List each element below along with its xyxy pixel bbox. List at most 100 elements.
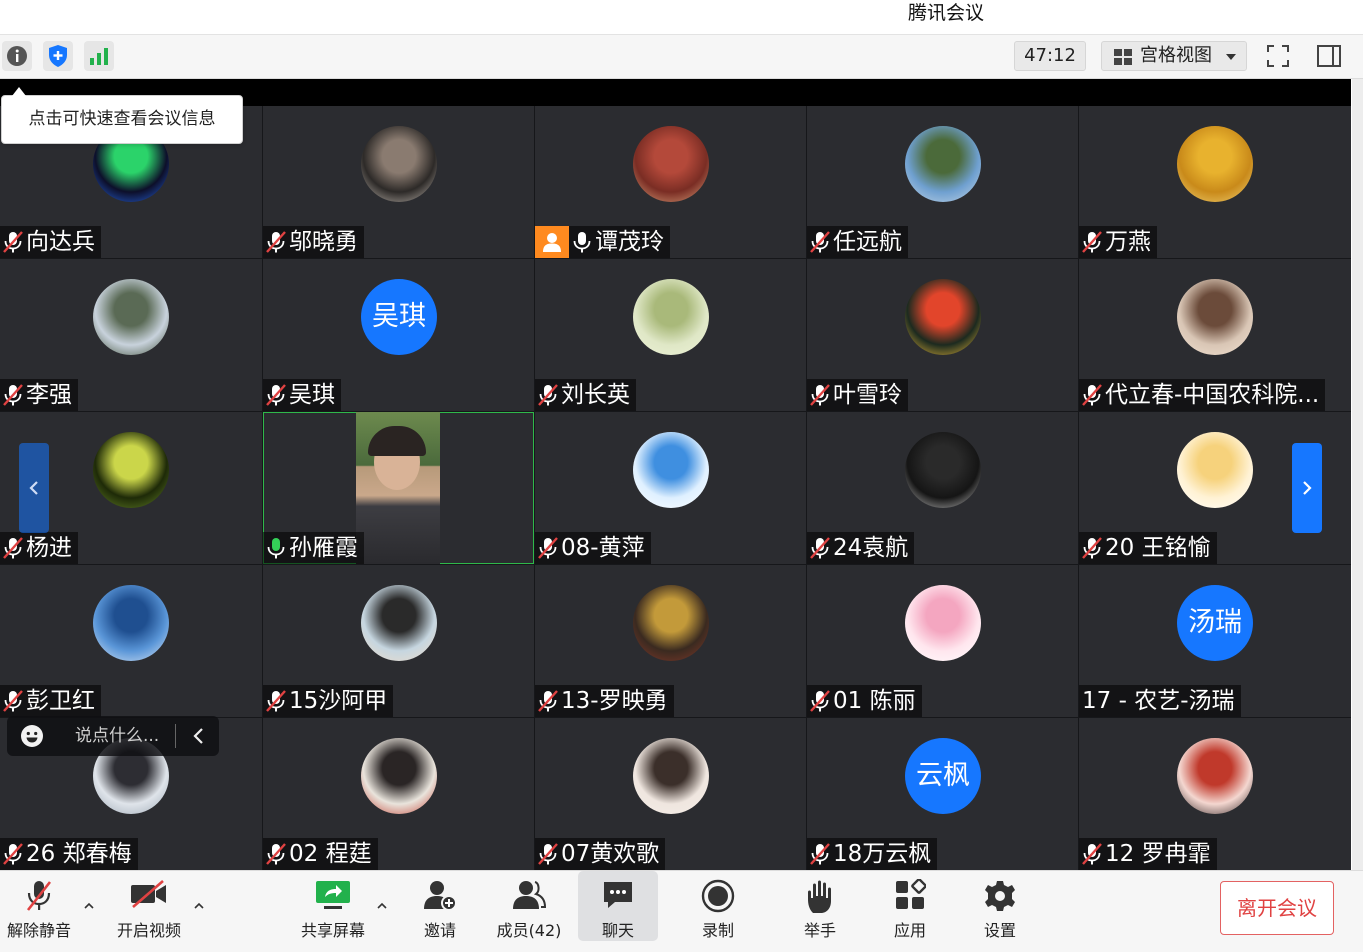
bottom-toolbar: 解除静音 开启视频 共享屏幕 邀请 成员(42) 聊天 录制 举手 应用 设置 … <box>0 870 1363 952</box>
mic-muted-icon <box>1082 231 1102 253</box>
participant-tile[interactable]: 谭茂玲 <box>535 106 806 258</box>
invite-label: 邀请 <box>423 921 456 940</box>
mic-muted-icon <box>538 690 558 712</box>
participant-tile[interactable]: 彭卫红 <box>0 565 262 717</box>
participant-name-tag: 谭茂玲 <box>535 226 670 258</box>
participant-name-tag: 24袁航 <box>807 532 915 564</box>
participant-name: 刘长英 <box>561 382 630 408</box>
avatar: 吴琪 <box>361 279 437 355</box>
participant-tile[interactable]: 云枫 18万云枫 <box>807 718 1078 870</box>
collapse-chevron-icon[interactable] <box>192 727 206 745</box>
unmute-button[interactable]: 解除静音 <box>0 871 78 941</box>
settings-button[interactable]: 设置 <box>970 871 1030 941</box>
mic-muted-icon <box>1082 384 1102 406</box>
participant-tile[interactable]: 李强 <box>0 259 262 411</box>
window-title: 腾讯会议 <box>908 2 985 24</box>
participant-name-tag: 12 罗冉霏 <box>1079 838 1217 870</box>
participant-tile[interactable]: 08-黄萍 <box>535 412 806 564</box>
participant-name-tag: 任远航 <box>807 226 908 258</box>
participant-tile[interactable]: 15沙阿甲 <box>263 565 534 717</box>
participant-name: 15沙阿甲 <box>289 688 388 714</box>
participant-tile[interactable]: 代立春-中国农科院... <box>1079 259 1351 411</box>
mic-muted-icon <box>266 690 286 712</box>
participant-tile[interactable]: 刘长英 <box>535 259 806 411</box>
participant-name-tag: 01 陈丽 <box>807 685 922 717</box>
participant-name-tag: 17 - 农艺-汤瑞 <box>1079 685 1241 717</box>
avatar <box>905 585 981 661</box>
avatar <box>1177 279 1253 355</box>
security-shield-icon[interactable] <box>43 41 73 71</box>
avatar <box>361 126 437 202</box>
meeting-info-icon[interactable] <box>2 41 32 71</box>
participant-tile[interactable]: 万燕 <box>1079 106 1351 258</box>
invite-button[interactable]: 邀请 <box>410 871 470 941</box>
chat-button[interactable]: 聊天 <box>578 871 658 941</box>
invite-user-icon <box>424 881 457 911</box>
apps-button[interactable]: 应用 <box>880 871 940 941</box>
participant-name-tag: 吴琪 <box>263 379 341 411</box>
leave-meeting-button[interactable]: 离开会议 <box>1220 881 1334 935</box>
share-screen-button[interactable]: 共享屏幕 <box>296 871 370 941</box>
participant-name: 谭茂玲 <box>595 229 664 255</box>
avatar <box>93 585 169 661</box>
participant-name-tag: 向达兵 <box>0 226 101 258</box>
participant-name: 13-罗映勇 <box>561 688 668 714</box>
mic-icon <box>573 232 591 253</box>
avatar <box>1177 738 1253 814</box>
participant-tile[interactable]: 叶雪玲 <box>807 259 1078 411</box>
members-icon <box>513 881 547 909</box>
record-button[interactable]: 录制 <box>688 871 748 941</box>
start-video-button[interactable]: 开启视频 <box>112 871 186 941</box>
participant-name: 07黄欢歌 <box>561 841 660 867</box>
avatar <box>905 126 981 202</box>
participant-name: 24袁航 <box>833 535 909 561</box>
chat-label: 聊天 <box>601 921 634 940</box>
participant-tile[interactable]: 汤瑞 17 - 农艺-汤瑞 <box>1079 565 1351 717</box>
next-page-button[interactable] <box>1292 443 1322 533</box>
record-icon <box>701 879 735 913</box>
participant-name-tag: 08-黄萍 <box>535 532 651 564</box>
participant-name-tag: 万燕 <box>1079 226 1157 258</box>
fullscreen-icon[interactable] <box>1263 41 1293 71</box>
quick-chat-bar[interactable]: 说点什么... <box>7 716 219 756</box>
mic-muted-icon <box>3 690 23 712</box>
apps-icon <box>896 879 926 909</box>
title-bar: 腾讯会议 <box>0 0 1363 35</box>
participant-name-tag: 李强 <box>0 379 78 411</box>
avatar <box>633 126 709 202</box>
participant-tile[interactable]: 02 程莛 <box>263 718 534 870</box>
participant-tile[interactable]: 邬晓勇 <box>263 106 534 258</box>
participant-video <box>356 412 440 564</box>
chevron-up-icon[interactable] <box>377 901 387 911</box>
participant-name: 26 郑春梅 <box>26 841 132 867</box>
raise-hand-button[interactable]: 举手 <box>790 871 850 941</box>
chevron-up-icon[interactable] <box>194 901 204 911</box>
scrollbar[interactable] <box>1352 79 1363 870</box>
emoji-icon[interactable] <box>20 724 44 748</box>
participant-tile[interactable]: 07黄欢歌 <box>535 718 806 870</box>
participant-tile[interactable]: 孙雁霞 <box>263 412 534 564</box>
participant-tile[interactable]: 13-罗映勇 <box>535 565 806 717</box>
participant-name: 李强 <box>26 382 72 408</box>
raise-hand-icon <box>808 880 831 913</box>
chevron-up-icon[interactable] <box>84 901 94 911</box>
participant-name-tag: 07黄欢歌 <box>535 838 666 870</box>
avatar <box>93 279 169 355</box>
participant-tile[interactable]: 01 陈丽 <box>807 565 1078 717</box>
participant-name-tag: 刘长英 <box>535 379 636 411</box>
participant-name: 邬晓勇 <box>289 229 358 255</box>
view-mode-dropdown[interactable]: 宫格视图 <box>1101 41 1247 71</box>
network-signal-icon[interactable] <box>84 41 114 71</box>
record-label: 录制 <box>701 921 734 940</box>
participant-tile[interactable]: 24袁航 <box>807 412 1078 564</box>
side-panel-icon[interactable] <box>1314 41 1344 71</box>
prev-page-button[interactable] <box>19 443 49 533</box>
participant-tile[interactable]: 吴琪 吴琪 <box>263 259 534 411</box>
apps-label: 应用 <box>893 921 926 940</box>
participant-tile[interactable]: 任远航 <box>807 106 1078 258</box>
participant-tile[interactable]: 12 罗冉霏 <box>1079 718 1351 870</box>
chat-input[interactable]: 说点什么... <box>75 716 159 756</box>
participant-name: 万燕 <box>1105 229 1151 255</box>
avatar <box>905 432 981 508</box>
members-button[interactable]: 成员(42) <box>493 871 565 941</box>
